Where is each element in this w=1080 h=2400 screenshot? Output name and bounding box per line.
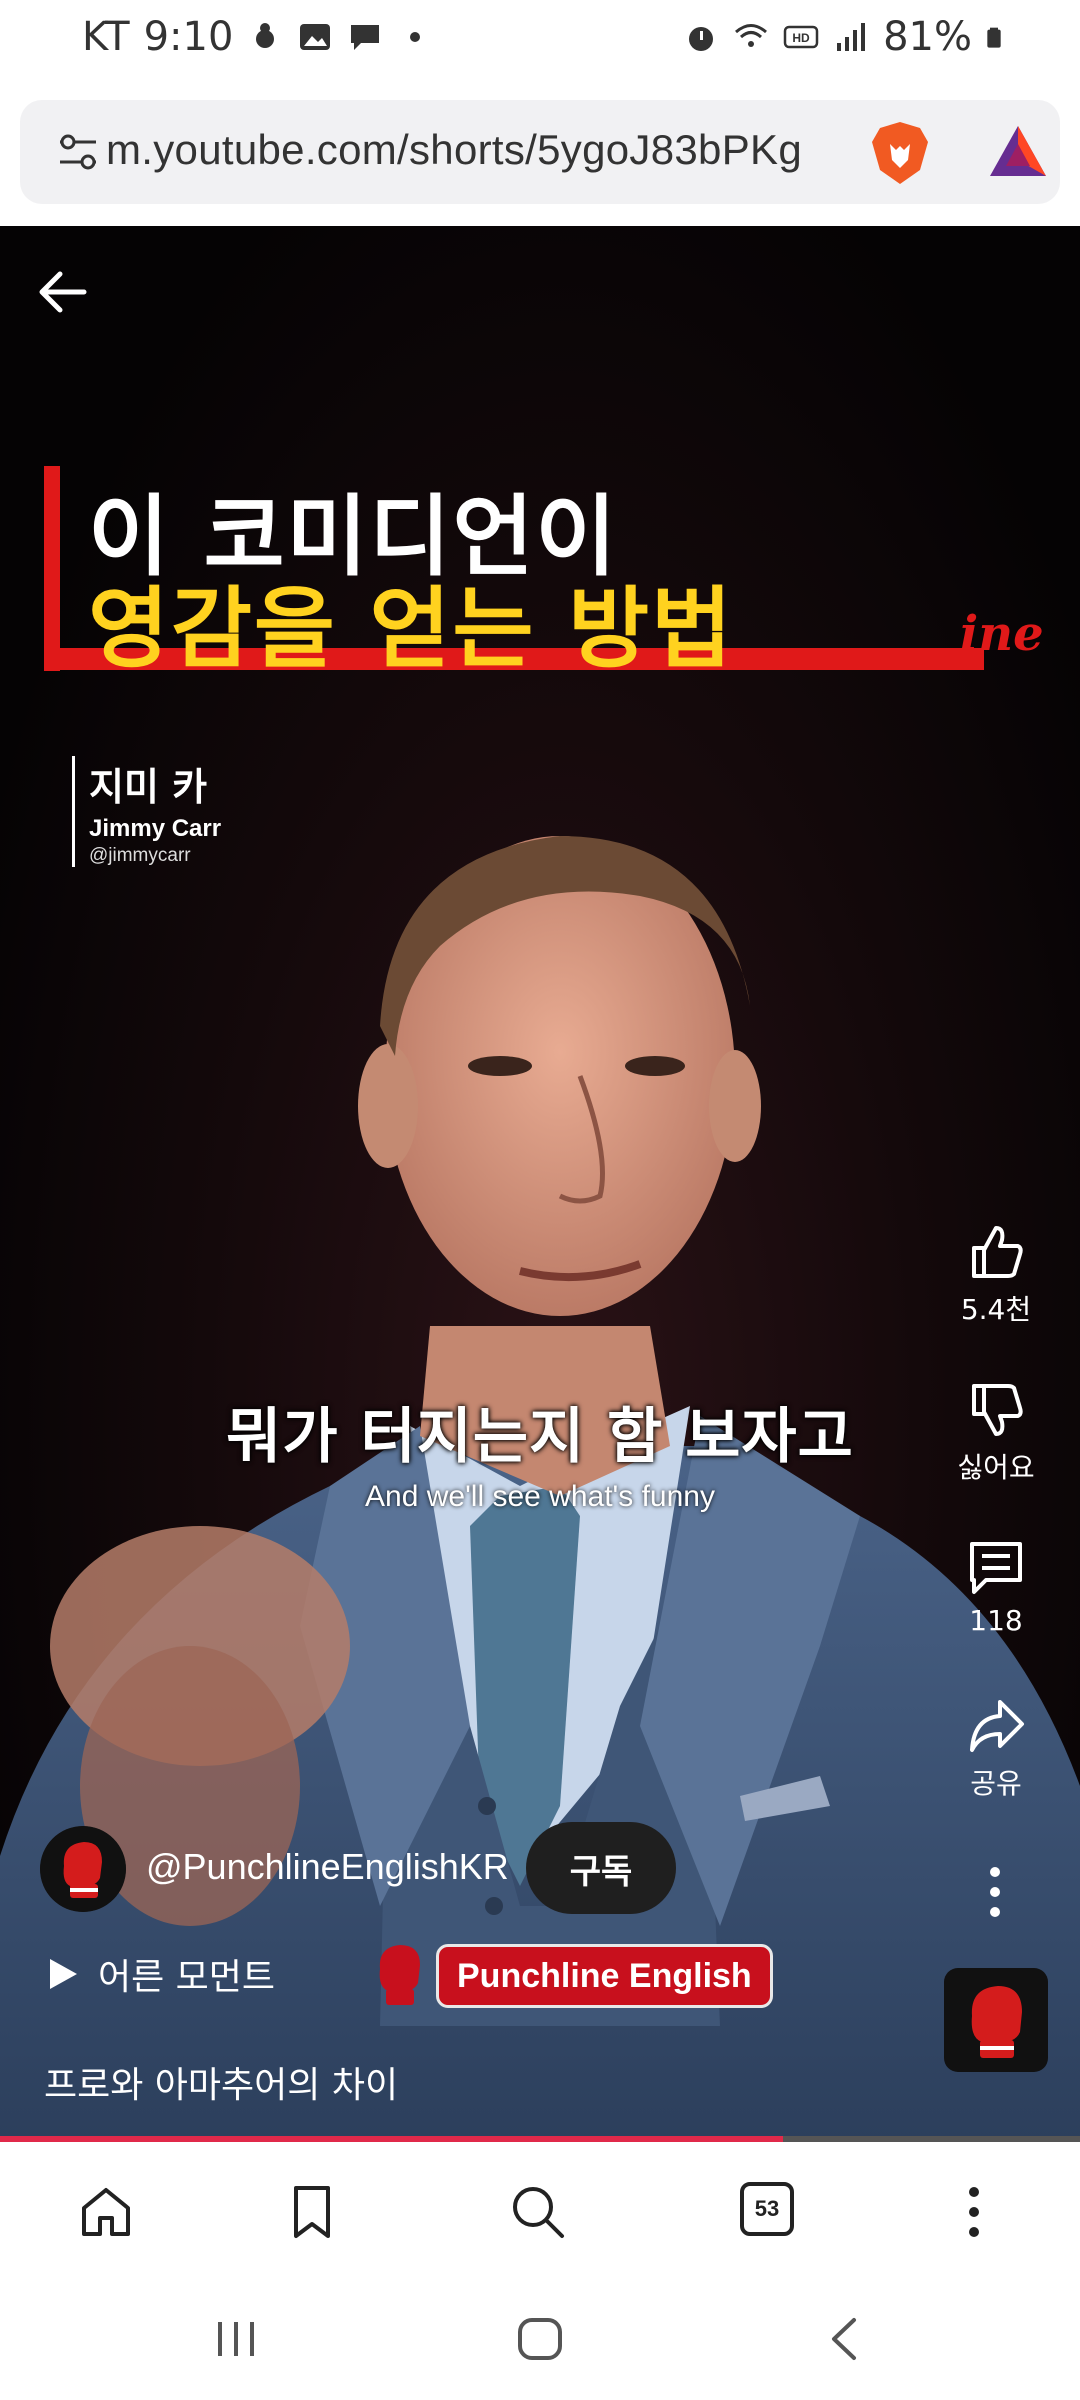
url-text[interactable]: m.youtube.com/shorts/5ygoJ83bPKg (106, 126, 802, 174)
address-bar[interactable]: m.youtube.com/shorts/5ygoJ83bPKg (20, 100, 1060, 204)
more-options-icon[interactable] (980, 1862, 1010, 1922)
dislike-label: 싫어요 (957, 1451, 1035, 1484)
battery-icon (987, 27, 1001, 48)
system-back-icon[interactable] (824, 2314, 864, 2364)
site-settings-icon[interactable] (56, 130, 100, 174)
boxing-glove-icon (971, 1986, 1022, 2058)
hd-voice-icon: HD (783, 25, 819, 49)
subtitle-english: And we'll see what's funny (365, 1480, 715, 1513)
thumbs-down-icon (972, 1384, 1023, 1436)
search-icon[interactable] (508, 2182, 568, 2242)
system-navigation-bar (0, 2278, 1080, 2400)
title-line-2: 영감을 얻는 방법 (88, 577, 734, 680)
title-accent-bar (44, 466, 60, 671)
brave-rewards-icon[interactable] (986, 120, 1050, 184)
boxing-glove-icon (40, 1826, 126, 1912)
brave-shields-icon[interactable] (868, 120, 932, 186)
wifi-icon (735, 24, 768, 47)
boxing-glove-icon (379, 1945, 420, 2005)
app-notification-icon (256, 23, 275, 48)
tabs-count-button[interactable]: 53 (740, 2182, 794, 2236)
speaker-name-english: Jimmy Carr (89, 815, 222, 842)
svg-text:HD: HD (792, 31, 810, 45)
alarm-icon (689, 27, 714, 51)
recent-apps-icon[interactable] (212, 2316, 260, 2362)
title-brand-fragment: ine (960, 606, 1044, 662)
comment-icon (970, 1542, 1022, 1594)
brand-name: Punchline English (436, 1944, 773, 2008)
shorts-video-player[interactable]: 이 코미디언이 영감을 얻는 방법 ine 지미 카 Jimmy Carr @j… (0, 226, 1080, 2142)
moment-link[interactable]: 어른 모먼트 (44, 1948, 275, 2000)
like-button[interactable]: 5.4천 (946, 1222, 1046, 1328)
message-icon (351, 25, 380, 50)
signal-icon (837, 23, 866, 51)
sound-thumbnail[interactable] (944, 1968, 1048, 2072)
comment-count: 118 (969, 1604, 1023, 1637)
share-button[interactable]: 공유 (946, 1696, 1046, 1802)
moment-label: 어른 모먼트 (98, 1957, 276, 1998)
play-icon (50, 1959, 77, 1989)
share-arrow-icon (970, 1700, 1024, 1752)
channel-handle[interactable]: @PunchlineEnglishKR (146, 1846, 509, 1888)
video-description[interactable]: 프로와 아마추어의 차이 (44, 2056, 398, 2108)
brand-watermark: Punchline English (372, 1938, 773, 2014)
video-title-overlay: 이 코미디언이 영감을 얻는 방법 ine (44, 466, 1044, 680)
back-arrow-icon[interactable] (34, 264, 90, 320)
browser-menu-icon[interactable] (944, 2182, 1004, 2242)
share-label: 공유 (970, 1767, 1022, 1800)
browser-bottom-toolbar: 53 (0, 2142, 1080, 2278)
speaker-handle: @jimmycarr (89, 845, 191, 866)
bookmark-icon[interactable] (282, 2182, 342, 2242)
home-button-icon[interactable] (514, 2314, 566, 2364)
thumbs-up-icon (972, 1226, 1023, 1278)
speaker-caption: 지미 카 Jimmy Carr @jimmycarr (72, 756, 221, 867)
status-left: KT 9:10 (82, 14, 433, 60)
home-icon[interactable] (76, 2182, 136, 2242)
status-right: HD 81% (683, 14, 1010, 60)
status-bar: KT 9:10 HD 81% (0, 0, 1080, 80)
channel-avatar[interactable] (40, 1826, 126, 1912)
speaker-name-korean: 지미 카 (89, 765, 208, 809)
subtitle-korean: 뭐가 터지는지 함 보자고 (226, 1402, 854, 1472)
dislike-button[interactable]: 싫어요 (946, 1380, 1046, 1486)
gallery-icon (300, 24, 331, 50)
subscribe-button[interactable]: 구독 (526, 1822, 676, 1914)
clock: 9:10 (143, 14, 234, 60)
carrier-label: KT (82, 14, 130, 60)
more-notifications-dot-icon (410, 32, 421, 42)
comments-button[interactable]: 118 (946, 1538, 1046, 1637)
like-count: 5.4천 (960, 1293, 1032, 1326)
battery-percent: 81% (883, 14, 972, 60)
